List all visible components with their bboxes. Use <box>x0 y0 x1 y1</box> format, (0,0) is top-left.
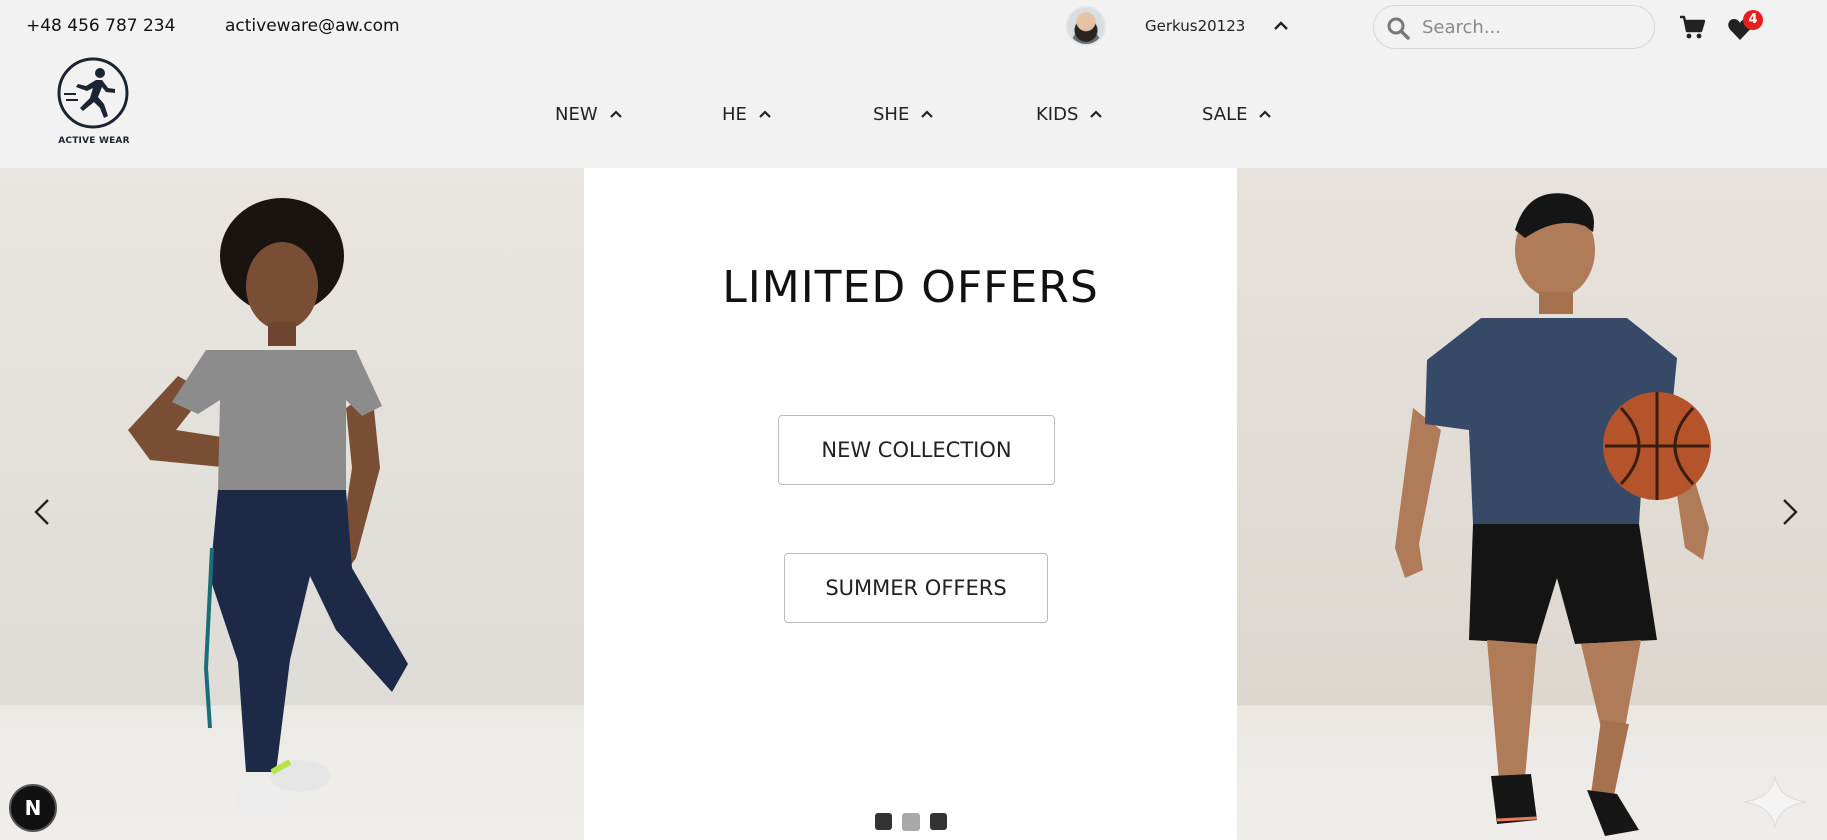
chevron-up-icon <box>759 110 771 118</box>
wishlist-count-badge: 4 <box>1743 10 1763 30</box>
brand-name: ACTIVE WEAR <box>58 136 130 146</box>
nav-item-label: SALE <box>1202 103 1248 125</box>
user-avatar[interactable] <box>1066 6 1106 46</box>
offers-panel: LIMITED OFFERS NEW COLLECTION SUMMER OFF… <box>584 168 1237 840</box>
hero-title: LIMITED OFFERS <box>722 262 1099 313</box>
contact-email[interactable]: activeware@aw.com <box>225 16 400 36</box>
nav-item-label: NEW <box>555 103 598 125</box>
nav-item-label: SHE <box>873 103 910 125</box>
nav-item-he[interactable]: HE <box>722 100 773 128</box>
nav-item-she[interactable]: SHE <box>873 100 935 128</box>
man-figure-illustration <box>1395 193 1711 836</box>
contact-phone[interactable]: +48 456 787 234 <box>26 16 175 36</box>
chevron-up-icon <box>921 110 934 118</box>
nav-item-new[interactable]: NEW <box>555 100 624 128</box>
carousel-dot-3[interactable] <box>929 813 947 830</box>
nav-item-label: KIDS <box>1036 103 1079 125</box>
cart-icon[interactable] <box>1679 14 1705 40</box>
nav-item-kids[interactable]: KIDS <box>1036 100 1104 128</box>
carousel-indicators <box>584 813 1237 831</box>
nav-item-label: HE <box>722 103 747 125</box>
man-with-basketball-photo <box>1237 168 1827 840</box>
hero-carousel: LIMITED OFFERS NEW COLLECTION SUMMER OFF… <box>0 168 1827 840</box>
woman-figure-illustration <box>128 198 408 816</box>
site-header: +48 456 787 234 activeware@aw.com Gerkus… <box>0 0 1827 168</box>
search-icon[interactable] <box>1386 16 1410 40</box>
main-nav: NEW HE SHE KIDS SALE <box>0 100 1827 130</box>
search-input[interactable] <box>1422 12 1642 42</box>
dev-tools-badge[interactable]: N <box>9 784 57 832</box>
chevron-left-icon[interactable] <box>22 490 62 534</box>
carousel-dot-1[interactable] <box>874 813 892 830</box>
nav-item-sale[interactable]: SALE <box>1202 100 1273 128</box>
search-bar[interactable] <box>1373 5 1655 49</box>
username[interactable]: Gerkus20123 <box>1145 17 1245 35</box>
chevron-up-icon <box>1090 110 1103 118</box>
new-collection-button[interactable]: NEW COLLECTION <box>778 415 1055 485</box>
carousel-dot-2[interactable] <box>901 813 920 831</box>
chevron-up-icon[interactable] <box>1272 17 1290 35</box>
wishlist-button[interactable]: 4 <box>1727 10 1767 46</box>
sparkle-icon[interactable] <box>1742 774 1808 830</box>
chevron-up-icon <box>1259 110 1272 118</box>
woman-in-activewear-photo <box>0 168 584 840</box>
chevron-right-icon[interactable] <box>1770 490 1810 534</box>
chevron-up-icon <box>609 110 622 118</box>
summer-offers-button[interactable]: SUMMER OFFERS <box>784 553 1048 623</box>
